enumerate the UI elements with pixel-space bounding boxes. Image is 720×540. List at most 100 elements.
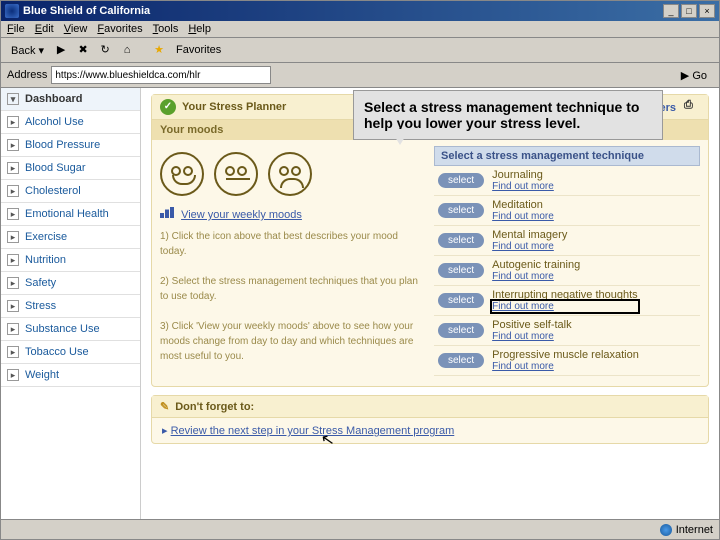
zone-label: Internet xyxy=(676,524,713,536)
sidebar-item-label: Alcohol Use xyxy=(25,116,84,128)
sidebar-item-nutrition[interactable]: ▸ Nutrition xyxy=(1,249,140,272)
sidebar-item-alcohol-use[interactable]: ▸ Alcohol Use xyxy=(1,111,140,134)
select-button[interactable]: select xyxy=(438,353,484,368)
expand-icon: ▸ xyxy=(7,277,19,289)
expand-icon: ▸ xyxy=(7,162,19,174)
sidebar-item-label: Tobacco Use xyxy=(25,346,89,358)
mood-neutral-icon[interactable] xyxy=(214,152,258,196)
window-titlebar: Blue Shield of California _ □ × xyxy=(1,1,719,21)
sidebar-item-label: Safety xyxy=(25,277,56,289)
address-bar: Address ▶ Go xyxy=(1,63,719,88)
sidebar-item-substance-use[interactable]: ▸ Substance Use xyxy=(1,318,140,341)
menu-bar: File Edit View Favorites Tools Help xyxy=(1,21,719,38)
technique-row: select MeditationFind out more xyxy=(434,196,700,226)
planner-title: Your Stress Planner xyxy=(182,101,286,113)
expand-icon: ▸ xyxy=(7,185,19,197)
step-1: 1) Click the icon above that best descri… xyxy=(160,229,426,259)
forward-icon[interactable]: ▶ xyxy=(52,41,70,59)
toolbar: Back ▾ ▶ ✖ ↻ ⌂ ★ Favorites xyxy=(1,38,719,63)
go-button[interactable]: ▶ Go xyxy=(675,69,713,82)
sidebar: ▾Dashboard▸Alcohol Use▸Blood Pressure▸Bl… xyxy=(1,88,141,519)
sidebar-item-stress[interactable]: ▸Stress xyxy=(1,295,140,318)
sidebar-item-blood-pressure[interactable]: ▸Blood Pressure xyxy=(1,134,140,157)
instruction-callout: Select a stress management technique to … xyxy=(353,90,663,140)
app-icon xyxy=(5,4,19,18)
sidebar-item-emotional-health[interactable]: ▸ Emotional Health xyxy=(1,203,140,226)
technique-name: Autogenic training xyxy=(492,259,580,271)
find-out-more-link[interactable]: Find out more xyxy=(492,331,571,342)
sidebar-item-label: Exercise xyxy=(25,231,67,243)
expand-icon: ▸ xyxy=(7,369,19,381)
dont-forget-heading: Don't forget to: xyxy=(175,401,254,413)
select-button[interactable]: select xyxy=(438,263,484,278)
sidebar-item-tobacco-use[interactable]: ▸ Tobacco Use xyxy=(1,341,140,364)
expand-icon: ▸ xyxy=(7,116,19,128)
find-out-more-link[interactable]: Find out more xyxy=(492,361,639,372)
mood-sad-icon[interactable] xyxy=(268,152,312,196)
expand-icon: ▸ xyxy=(7,300,19,312)
select-button[interactable]: select xyxy=(438,233,484,248)
refresh-icon[interactable]: ↻ xyxy=(96,41,114,59)
print-icon[interactable]: ⎙ xyxy=(684,99,700,115)
sidebar-item-cholesterol[interactable]: ▸Cholesterol xyxy=(1,180,140,203)
minimize-button[interactable]: _ xyxy=(663,4,679,18)
menu-edit[interactable]: Edit xyxy=(35,23,54,35)
sidebar-item-weight[interactable]: ▸ Weight xyxy=(1,364,140,387)
address-input[interactable] xyxy=(51,66,271,84)
find-out-more-link[interactable]: Find out more xyxy=(492,211,554,222)
find-out-more-link[interactable]: Find out more xyxy=(492,271,580,282)
sidebar-item-label: Blood Pressure xyxy=(25,139,100,151)
maximize-button[interactable]: □ xyxy=(681,4,697,18)
sidebar-item-exercise[interactable]: ▸ Exercise xyxy=(1,226,140,249)
technique-row: select Positive self-talkFind out more xyxy=(434,316,700,346)
weekly-moods-link[interactable]: View your weekly moods xyxy=(181,209,302,221)
menu-file[interactable]: File xyxy=(7,23,25,35)
review-next-step-link[interactable]: Review the next step in your Stress Mana… xyxy=(171,425,455,437)
sidebar-item-label: Blood Sugar xyxy=(25,162,86,174)
sidebar-item-label: Dashboard xyxy=(25,93,82,105)
favorites-button[interactable]: Favorites xyxy=(172,42,225,58)
back-button[interactable]: Back ▾ xyxy=(7,42,48,59)
sidebar-item-label: Substance Use xyxy=(25,323,100,335)
technique-row: select Autogenic trainingFind out more xyxy=(434,256,700,286)
sidebar-item-label: Emotional Health xyxy=(25,208,109,220)
mood-happy-icon[interactable] xyxy=(160,152,204,196)
find-out-more-link[interactable]: Find out more xyxy=(492,181,554,192)
techniques-heading: Select a stress management technique xyxy=(434,146,700,166)
select-button[interactable]: select xyxy=(438,293,484,308)
step-2: 2) Select the stress management techniqu… xyxy=(160,274,426,304)
step-3: 3) Click 'View your weekly moods' above … xyxy=(160,319,426,364)
technique-name: Journaling xyxy=(492,169,554,181)
window-title: Blue Shield of California xyxy=(23,5,661,17)
sidebar-item-dashboard[interactable]: ▾Dashboard xyxy=(1,88,140,111)
dont-forget-panel: ✎ Don't forget to: ▸ Review the next ste… xyxy=(151,395,709,444)
sidebar-item-label: Weight xyxy=(25,369,59,381)
menu-favorites[interactable]: Favorites xyxy=(97,23,142,35)
technique-name: Interrupting negative thoughts xyxy=(492,289,638,301)
expand-icon: ▸ xyxy=(7,254,19,266)
home-icon[interactable]: ⌂ xyxy=(118,41,136,59)
sidebar-item-label: Nutrition xyxy=(25,254,66,266)
expand-icon: ▸ xyxy=(7,231,19,243)
main-content: Select a stress management technique to … xyxy=(141,88,719,519)
expand-icon: ▸ xyxy=(7,323,19,335)
address-label: Address xyxy=(7,69,47,81)
sidebar-item-safety[interactable]: ▸ Safety xyxy=(1,272,140,295)
expand-icon: ▸ xyxy=(7,208,19,220)
technique-row: select Mental imageryFind out more xyxy=(434,226,700,256)
technique-name: Positive self-talk xyxy=(492,319,571,331)
technique-name: Meditation xyxy=(492,199,554,211)
select-button[interactable]: select xyxy=(438,323,484,338)
expand-icon: ▸ xyxy=(7,346,19,358)
select-button[interactable]: select xyxy=(438,203,484,218)
menu-help[interactable]: Help xyxy=(188,23,211,35)
find-out-more-link[interactable]: Find out more xyxy=(492,301,638,312)
menu-tools[interactable]: Tools xyxy=(153,23,179,35)
find-out-more-link[interactable]: Find out more xyxy=(492,241,567,252)
close-button[interactable]: × xyxy=(699,4,715,18)
technique-name: Mental imagery xyxy=(492,229,567,241)
sidebar-item-blood-sugar[interactable]: ▸ Blood Sugar xyxy=(1,157,140,180)
select-button[interactable]: select xyxy=(438,173,484,188)
stop-icon[interactable]: ✖ xyxy=(74,41,92,59)
menu-view[interactable]: View xyxy=(64,23,88,35)
